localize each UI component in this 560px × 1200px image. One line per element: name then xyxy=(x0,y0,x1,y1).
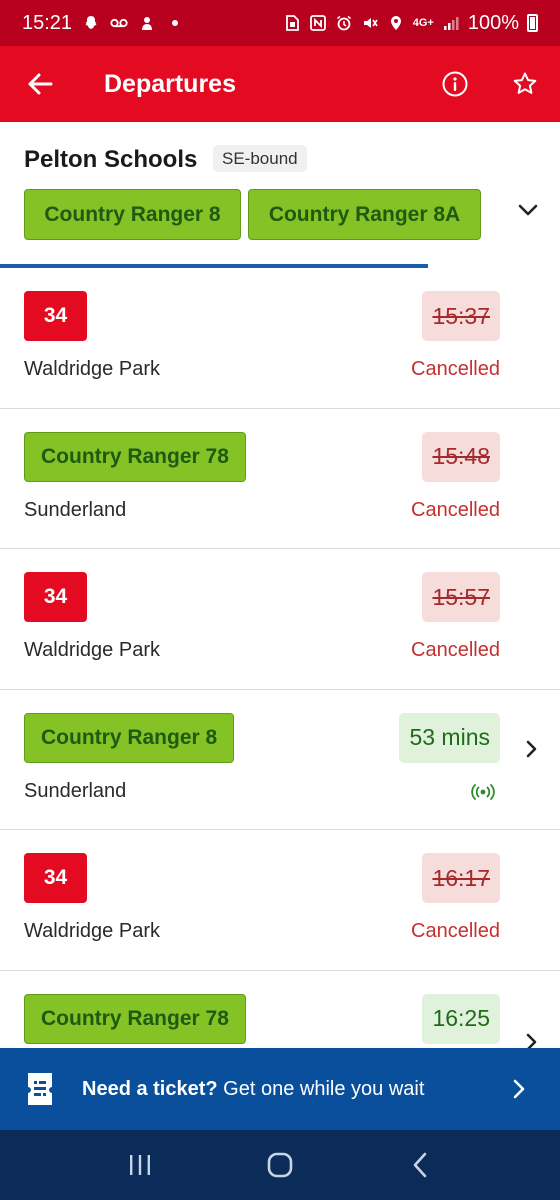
status-bar: 15:21 4G+ 100% xyxy=(0,0,560,46)
sim-icon xyxy=(283,14,301,32)
departure-status: Cancelled xyxy=(411,920,500,942)
recent-apps-button[interactable] xyxy=(110,1135,170,1195)
destination: Waldridge Park xyxy=(24,920,160,942)
favourite-button[interactable] xyxy=(490,46,560,122)
home-button[interactable] xyxy=(250,1135,310,1195)
voicemail-icon xyxy=(110,14,128,32)
back-button[interactable] xyxy=(0,46,80,122)
recent-apps-icon xyxy=(130,1155,150,1175)
departure-row[interactable]: 34 Waldridge Park 15:37 Cancelled xyxy=(0,268,560,409)
departure-row[interactable]: 34 Waldridge Park 15:57 Cancelled xyxy=(0,549,560,690)
location-icon xyxy=(387,14,405,32)
departure-time: 15:37 xyxy=(422,291,500,341)
departure-time: 53 mins xyxy=(399,712,500,763)
ticket-banner-subtext: Get one while you wait xyxy=(217,1077,425,1100)
page-title: Departures xyxy=(104,69,236,98)
departure-row[interactable]: Country Ranger 78 Sunderland 15:48 Cance… xyxy=(0,408,560,549)
route-filter-chip[interactable]: Country Ranger 8A xyxy=(248,189,481,240)
direction-badge: SE-bound xyxy=(213,145,307,172)
network-type: 4G+ xyxy=(412,16,434,29)
notification-dot-icon xyxy=(166,14,184,32)
app-bar: Departures xyxy=(0,46,560,122)
battery-icon xyxy=(527,14,538,32)
departure-time: 15:48 xyxy=(422,431,500,482)
signal-icon xyxy=(442,14,460,32)
destination: Waldridge Park xyxy=(24,358,160,380)
destination: Waldridge Park xyxy=(24,639,160,661)
chevron-down-icon xyxy=(518,204,538,216)
mute-icon xyxy=(361,14,379,32)
status-time: 15:21 xyxy=(22,11,73,34)
departures-list: 34 Waldridge Park 15:37 Cancelled Countr… xyxy=(0,268,560,1111)
live-signal-icon xyxy=(471,783,495,800)
notification-app-icon xyxy=(138,14,156,32)
system-nav-bar xyxy=(0,1130,560,1200)
expand-routes-button[interactable] xyxy=(508,190,548,230)
system-back-button[interactable] xyxy=(390,1135,450,1195)
nfc-icon xyxy=(309,14,327,32)
snapchat-icon xyxy=(82,14,100,32)
departure-row[interactable]: Country Ranger 8 Sunderland 53 mins xyxy=(0,689,560,830)
departure-status: Cancelled xyxy=(411,358,500,380)
alarm-icon xyxy=(335,14,353,32)
route-badge: Country Ranger 8 xyxy=(24,712,235,763)
route-filter-chip[interactable]: Country Ranger 8 xyxy=(24,189,241,240)
route-badge: 34 xyxy=(24,291,87,341)
ticket-banner-text: Need a ticket? Get one while you wait xyxy=(82,1078,424,1101)
stop-header: Pelton Schools SE-bound Country Ranger 8… xyxy=(0,122,560,268)
ticket-banner-heading: Need a ticket? xyxy=(82,1077,218,1100)
chevron-right-icon xyxy=(513,1079,525,1099)
star-icon xyxy=(513,72,537,94)
ticket-banner[interactable]: Need a ticket? Get one while you wait xyxy=(0,1048,560,1130)
departure-status: Cancelled xyxy=(411,639,500,661)
route-badge: Country Ranger 78 xyxy=(24,431,246,482)
departure-status: Cancelled xyxy=(411,498,500,521)
arrow-left-icon xyxy=(28,73,53,95)
info-icon xyxy=(442,71,468,97)
route-badge: Country Ranger 78 xyxy=(24,993,246,1044)
info-button[interactable] xyxy=(420,46,490,122)
ticket-icon xyxy=(28,1073,52,1105)
destination: Sunderland xyxy=(24,498,127,521)
route-badge: 34 xyxy=(24,572,87,622)
back-chevron-icon xyxy=(413,1152,427,1178)
destination: Sunderland xyxy=(24,779,127,802)
departure-time: 15:57 xyxy=(422,572,500,622)
home-icon xyxy=(267,1152,293,1178)
departure-time: 16:17 xyxy=(422,853,500,903)
stop-name: Pelton Schools xyxy=(24,146,198,173)
departure-time: 16:25 xyxy=(422,993,500,1044)
departure-row[interactable]: 34 Waldridge Park 16:17 Cancelled xyxy=(0,830,560,971)
chevron-right-icon xyxy=(526,740,537,757)
route-badge: 34 xyxy=(24,853,87,903)
battery-percentage: 100% xyxy=(467,11,519,34)
